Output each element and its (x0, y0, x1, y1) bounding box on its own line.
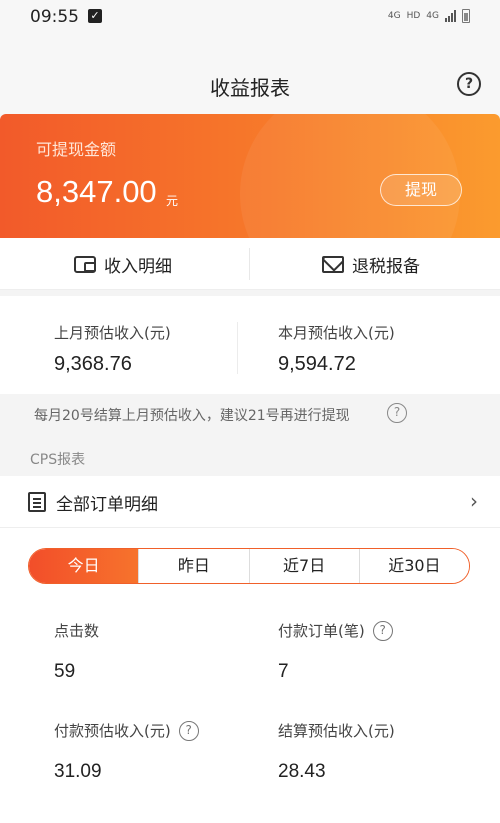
settle-income-value: 28.43 (278, 761, 326, 782)
signal-icon (445, 10, 456, 22)
period-tabs: 今日 昨日 近7日 近30日 (28, 548, 470, 584)
paid-orders-label: 付款订单(笔)? (278, 620, 393, 641)
hd-label: HD (406, 11, 421, 21)
network-4g-label: 4G (387, 11, 401, 21)
page-title: 收益报表 (210, 76, 290, 100)
balance-amount: 8,347.00 (36, 174, 157, 209)
clicks-label: 点击数 (54, 622, 100, 640)
paid-income-label: 付款预估收入(元)? (54, 720, 199, 741)
envelope-icon (322, 255, 344, 273)
this-month-value: 9,594.72 (278, 353, 356, 375)
notification-check-icon: ✓ (88, 9, 102, 23)
income-detail-button[interactable]: 收入明细 (74, 238, 172, 290)
last-month-label: 上月预估收入(元) (54, 324, 171, 342)
clicks-stat: 点击数 59 (54, 620, 99, 683)
action-row: 收入明细 退税报备 (0, 238, 500, 290)
all-orders-row[interactable]: 全部订单明细 › (0, 476, 500, 528)
settle-income-label: 结算预估收入(元) (278, 722, 395, 740)
tab-last-30-days[interactable]: 近30日 (359, 549, 469, 583)
estimate-card: 上月预估收入(元) 9,368.76 本月预估收入(元) 9,594.72 (0, 296, 500, 394)
settlement-note: 每月20号结算上月预估收入，建议21号再进行提现 ? (0, 394, 500, 436)
question-circle-icon[interactable]: ? (372, 620, 393, 641)
last-month-estimate: 上月预估收入(元) 9,368.76 (54, 322, 171, 376)
this-month-estimate: 本月预估收入(元) 9,594.72 (278, 322, 395, 376)
divider (249, 248, 250, 280)
question-circle-icon[interactable]: ? (387, 403, 407, 423)
network-4g-label-2: 4G (426, 11, 439, 21)
income-detail-label: 收入明细 (104, 256, 172, 277)
tax-report-label: 退税报备 (352, 256, 420, 277)
battery-icon (462, 9, 470, 23)
this-month-label: 本月预估收入(元) (278, 324, 395, 342)
nav-bar: 收益报表 ? (0, 34, 500, 114)
tab-last-7-days[interactable]: 近7日 (249, 549, 360, 583)
chevron-right-icon: › (470, 489, 478, 513)
withdraw-button[interactable]: 提现 (380, 174, 462, 206)
paid-orders-value: 7 (278, 661, 289, 682)
all-orders-label: 全部订单明细 (56, 495, 158, 515)
clicks-value: 59 (54, 661, 76, 682)
tab-yesterday[interactable]: 昨日 (139, 549, 250, 583)
paid-income-value: 31.09 (54, 761, 102, 782)
paid-income-stat: 付款预估收入(元)? 31.09 (54, 720, 199, 783)
settlement-note-text: 每月20号结算上月预估收入，建议21号再进行提现 (34, 408, 350, 424)
status-bar: 09:55 ✓ 4G HD 4G (0, 0, 500, 34)
divider (237, 322, 238, 374)
last-month-value: 9,368.76 (54, 353, 132, 375)
balance-unit: 元 (166, 194, 179, 208)
order-list-icon (28, 492, 46, 512)
status-indicators: 4G HD 4G (388, 9, 470, 23)
question-circle-icon[interactable]: ? (178, 720, 199, 741)
help-icon[interactable]: ? (457, 72, 481, 96)
wallet-icon (74, 255, 96, 273)
tax-report-button[interactable]: 退税报备 (322, 238, 420, 290)
settle-income-stat: 结算预估收入(元) 28.43 (278, 720, 395, 783)
paid-orders-stat: 付款订单(笔)? 7 (278, 620, 393, 683)
status-time: 09:55 (30, 7, 79, 27)
stats-card: 今日 昨日 近7日 近30日 点击数 59 付款订单(笔)? 7 付款预估收入(… (0, 528, 500, 823)
tab-today[interactable]: 今日 (29, 549, 140, 583)
cps-section-title: CPS报表 (30, 452, 86, 468)
balance-card: 可提现金额 8,347.00 元 提现 (0, 114, 500, 238)
balance-label: 可提现金额 (36, 140, 117, 159)
